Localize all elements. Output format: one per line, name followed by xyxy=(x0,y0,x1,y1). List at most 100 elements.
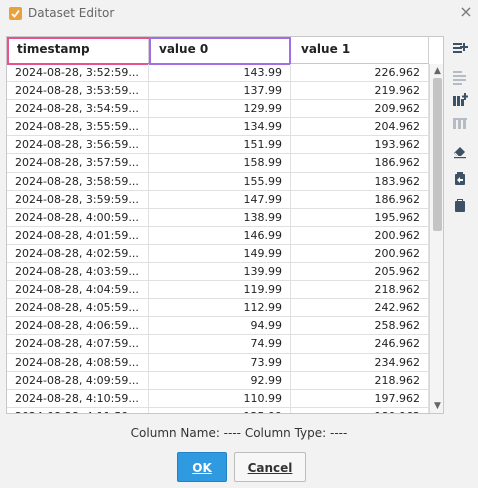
column-header-timestamp[interactable]: timestamp xyxy=(7,37,149,64)
table-row[interactable]: 2024-08-28, 3:54:59... 129.99 209.962 xyxy=(7,100,429,119)
table-row[interactable]: 2024-08-28, 4:02:59... 149.99 200.962 xyxy=(7,244,429,264)
timestamp-cell[interactable]: 2024-08-28, 4:03:59... xyxy=(7,263,149,282)
value-1-cell[interactable]: 180.962 xyxy=(291,407,429,413)
value-0-cell[interactable]: 149.99 xyxy=(149,244,291,263)
table-row[interactable]: 2024-08-28, 4:07:59... 74.99 246.962 xyxy=(7,335,429,354)
table-row[interactable]: 2024-08-28, 4:04:59... 119.99 218.962 xyxy=(7,281,429,300)
dataset-table: timestamp value 0 value 1 2024-08-28, 3:… xyxy=(6,36,444,414)
add-row-icon[interactable] xyxy=(451,40,469,58)
value-1-cell[interactable]: 186.962 xyxy=(291,154,429,173)
timestamp-cell[interactable]: 2024-08-28, 4:02:59... xyxy=(7,244,149,263)
table-row[interactable]: 2024-08-28, 4:00:59... 138.99 195.962 xyxy=(7,208,429,227)
timestamp-cell[interactable]: 2024-08-28, 4:09:59... xyxy=(7,371,149,390)
table-row[interactable]: 2024-08-28, 4:03:59... 139.99 205.962 xyxy=(7,263,429,282)
remove-column-icon[interactable] xyxy=(451,114,469,132)
value-1-cell[interactable]: 218.962 xyxy=(291,371,429,390)
timestamp-cell[interactable]: 2024-08-28, 4:01:59... xyxy=(7,226,149,245)
column-header-value-1[interactable]: value 1 xyxy=(291,37,429,64)
value-0-cell[interactable]: 134.99 xyxy=(149,118,291,137)
value-0-cell[interactable]: 94.99 xyxy=(149,317,291,336)
table-row[interactable]: 2024-08-28, 4:01:59... 146.99 200.962 xyxy=(7,226,429,245)
timestamp-cell[interactable]: 2024-08-28, 4:06:59... xyxy=(7,317,149,336)
timestamp-cell[interactable]: 2024-08-28, 3:59:59... xyxy=(7,190,149,209)
add-column-icon[interactable] xyxy=(451,91,469,109)
value-1-cell[interactable]: 200.962 xyxy=(291,226,429,245)
scroll-down-arrow-icon[interactable]: ▼ xyxy=(433,402,442,411)
timestamp-cell[interactable]: 2024-08-28, 3:56:59... xyxy=(7,136,149,155)
value-0-cell[interactable]: 147.99 xyxy=(149,190,291,209)
value-1-cell[interactable]: 195.962 xyxy=(291,208,429,227)
timestamp-cell[interactable]: 2024-08-28, 3:53:59... xyxy=(7,82,149,101)
dataset-editor-app-icon xyxy=(9,7,22,20)
value-0-cell[interactable]: 143.99 xyxy=(149,64,291,82)
timestamp-cell[interactable]: 2024-08-28, 3:55:59... xyxy=(7,118,149,137)
timestamp-cell[interactable]: 2024-08-28, 4:08:59... xyxy=(7,353,149,372)
column-header-value-0[interactable]: value 0 xyxy=(149,37,291,64)
value-0-cell[interactable]: 151.99 xyxy=(149,136,291,155)
value-0-cell[interactable]: 146.99 xyxy=(149,226,291,245)
value-0-cell[interactable]: 138.99 xyxy=(149,208,291,227)
value-0-cell[interactable]: 158.99 xyxy=(149,154,291,173)
editor-toolbar xyxy=(447,36,473,414)
value-0-cell[interactable]: 112.99 xyxy=(149,299,291,318)
timestamp-cell[interactable]: 2024-08-28, 3:52:59... xyxy=(7,64,149,82)
value-0-cell[interactable]: 110.99 xyxy=(149,389,291,408)
copy-icon[interactable] xyxy=(451,169,469,187)
ok-button[interactable]: OK xyxy=(177,452,227,482)
scrollbar-thumb[interactable] xyxy=(433,78,442,231)
value-1-cell[interactable]: 246.962 xyxy=(291,335,429,354)
value-1-cell[interactable]: 204.962 xyxy=(291,118,429,137)
cancel-button[interactable]: Cancel xyxy=(234,452,306,482)
value-0-cell[interactable]: 129.99 xyxy=(149,100,291,119)
value-0-cell[interactable]: 73.99 xyxy=(149,353,291,372)
timestamp-cell[interactable]: 2024-08-28, 4:10:59... xyxy=(7,389,149,408)
value-0-cell[interactable]: 74.99 xyxy=(149,335,291,354)
timestamp-cell[interactable]: 2024-08-28, 3:58:59... xyxy=(7,172,149,191)
vertical-scrollbar[interactable]: ▲ ▼ xyxy=(429,64,443,413)
timestamp-cell[interactable]: 2024-08-28, 3:54:59... xyxy=(7,100,149,119)
remove-row-icon[interactable] xyxy=(451,68,469,86)
value-1-cell[interactable]: 197.962 xyxy=(291,389,429,408)
value-1-cell[interactable]: 209.962 xyxy=(291,100,429,119)
value-1-cell[interactable]: 205.962 xyxy=(291,263,429,282)
table-row[interactable]: 2024-08-28, 3:58:59... 155.99 183.962 xyxy=(7,172,429,191)
table-row[interactable]: 2024-08-28, 3:57:59... 158.99 186.962 xyxy=(7,154,429,173)
table-row[interactable]: 2024-08-28, 4:10:59... 110.99 197.962 xyxy=(7,389,429,408)
value-0-cell[interactable]: 137.99 xyxy=(149,82,291,101)
table-row[interactable]: 2024-08-28, 4:05:59... 112.99 242.962 xyxy=(7,299,429,318)
value-1-cell[interactable]: 183.962 xyxy=(291,172,429,191)
timestamp-cell[interactable]: 2024-08-28, 4:07:59... xyxy=(7,335,149,354)
paste-icon[interactable] xyxy=(451,196,469,214)
value-1-cell[interactable]: 242.962 xyxy=(291,299,429,318)
table-row[interactable]: 2024-08-28, 3:59:59... 147.99 186.962 xyxy=(7,190,429,209)
value-0-cell[interactable]: 119.99 xyxy=(149,281,291,300)
value-1-cell[interactable]: 193.962 xyxy=(291,136,429,155)
scroll-up-arrow-icon[interactable]: ▲ xyxy=(433,67,442,76)
value-0-cell[interactable]: 139.99 xyxy=(149,263,291,282)
table-row[interactable]: 2024-08-28, 3:52:59... 143.99 226.962 xyxy=(7,64,429,83)
value-0-cell[interactable]: 125.99 xyxy=(149,407,291,413)
value-1-cell[interactable]: 200.962 xyxy=(291,244,429,263)
table-row[interactable]: 2024-08-28, 3:53:59... 137.99 219.962 xyxy=(7,82,429,101)
timestamp-cell[interactable]: 2024-08-28, 4:05:59... xyxy=(7,299,149,318)
timestamp-cell[interactable]: 2024-08-28, 4:00:59... xyxy=(7,208,149,227)
value-0-cell[interactable]: 92.99 xyxy=(149,371,291,390)
timestamp-cell[interactable]: 2024-08-28, 4:04:59... xyxy=(7,281,149,300)
table-row[interactable]: 2024-08-28, 3:55:59... 134.99 204.962 xyxy=(7,118,429,137)
timestamp-cell[interactable]: 2024-08-28, 3:57:59... xyxy=(7,154,149,173)
value-1-cell[interactable]: 219.962 xyxy=(291,82,429,101)
clear-icon[interactable] xyxy=(451,142,469,160)
value-0-cell[interactable]: 155.99 xyxy=(149,172,291,191)
table-row[interactable]: 2024-08-28, 3:56:59... 151.99 193.962 xyxy=(7,136,429,155)
value-1-cell[interactable]: 218.962 xyxy=(291,281,429,300)
table-row[interactable]: 2024-08-28, 4:09:59... 92.99 218.962 xyxy=(7,371,429,390)
close-icon[interactable]: × xyxy=(458,4,474,20)
value-1-cell[interactable]: 186.962 xyxy=(291,190,429,209)
table-row[interactable]: 2024-08-28, 4:11:59...125.99180.962 xyxy=(7,407,429,413)
timestamp-cell[interactable]: 2024-08-28, 4:11:59... xyxy=(7,407,149,413)
value-1-cell[interactable]: 234.962 xyxy=(291,353,429,372)
table-row[interactable]: 2024-08-28, 4:08:59... 73.99 234.962 xyxy=(7,353,429,372)
value-1-cell[interactable]: 258.962 xyxy=(291,317,429,336)
table-row[interactable]: 2024-08-28, 4:06:59... 94.99 258.962 xyxy=(7,317,429,336)
value-1-cell[interactable]: 226.962 xyxy=(291,64,429,82)
